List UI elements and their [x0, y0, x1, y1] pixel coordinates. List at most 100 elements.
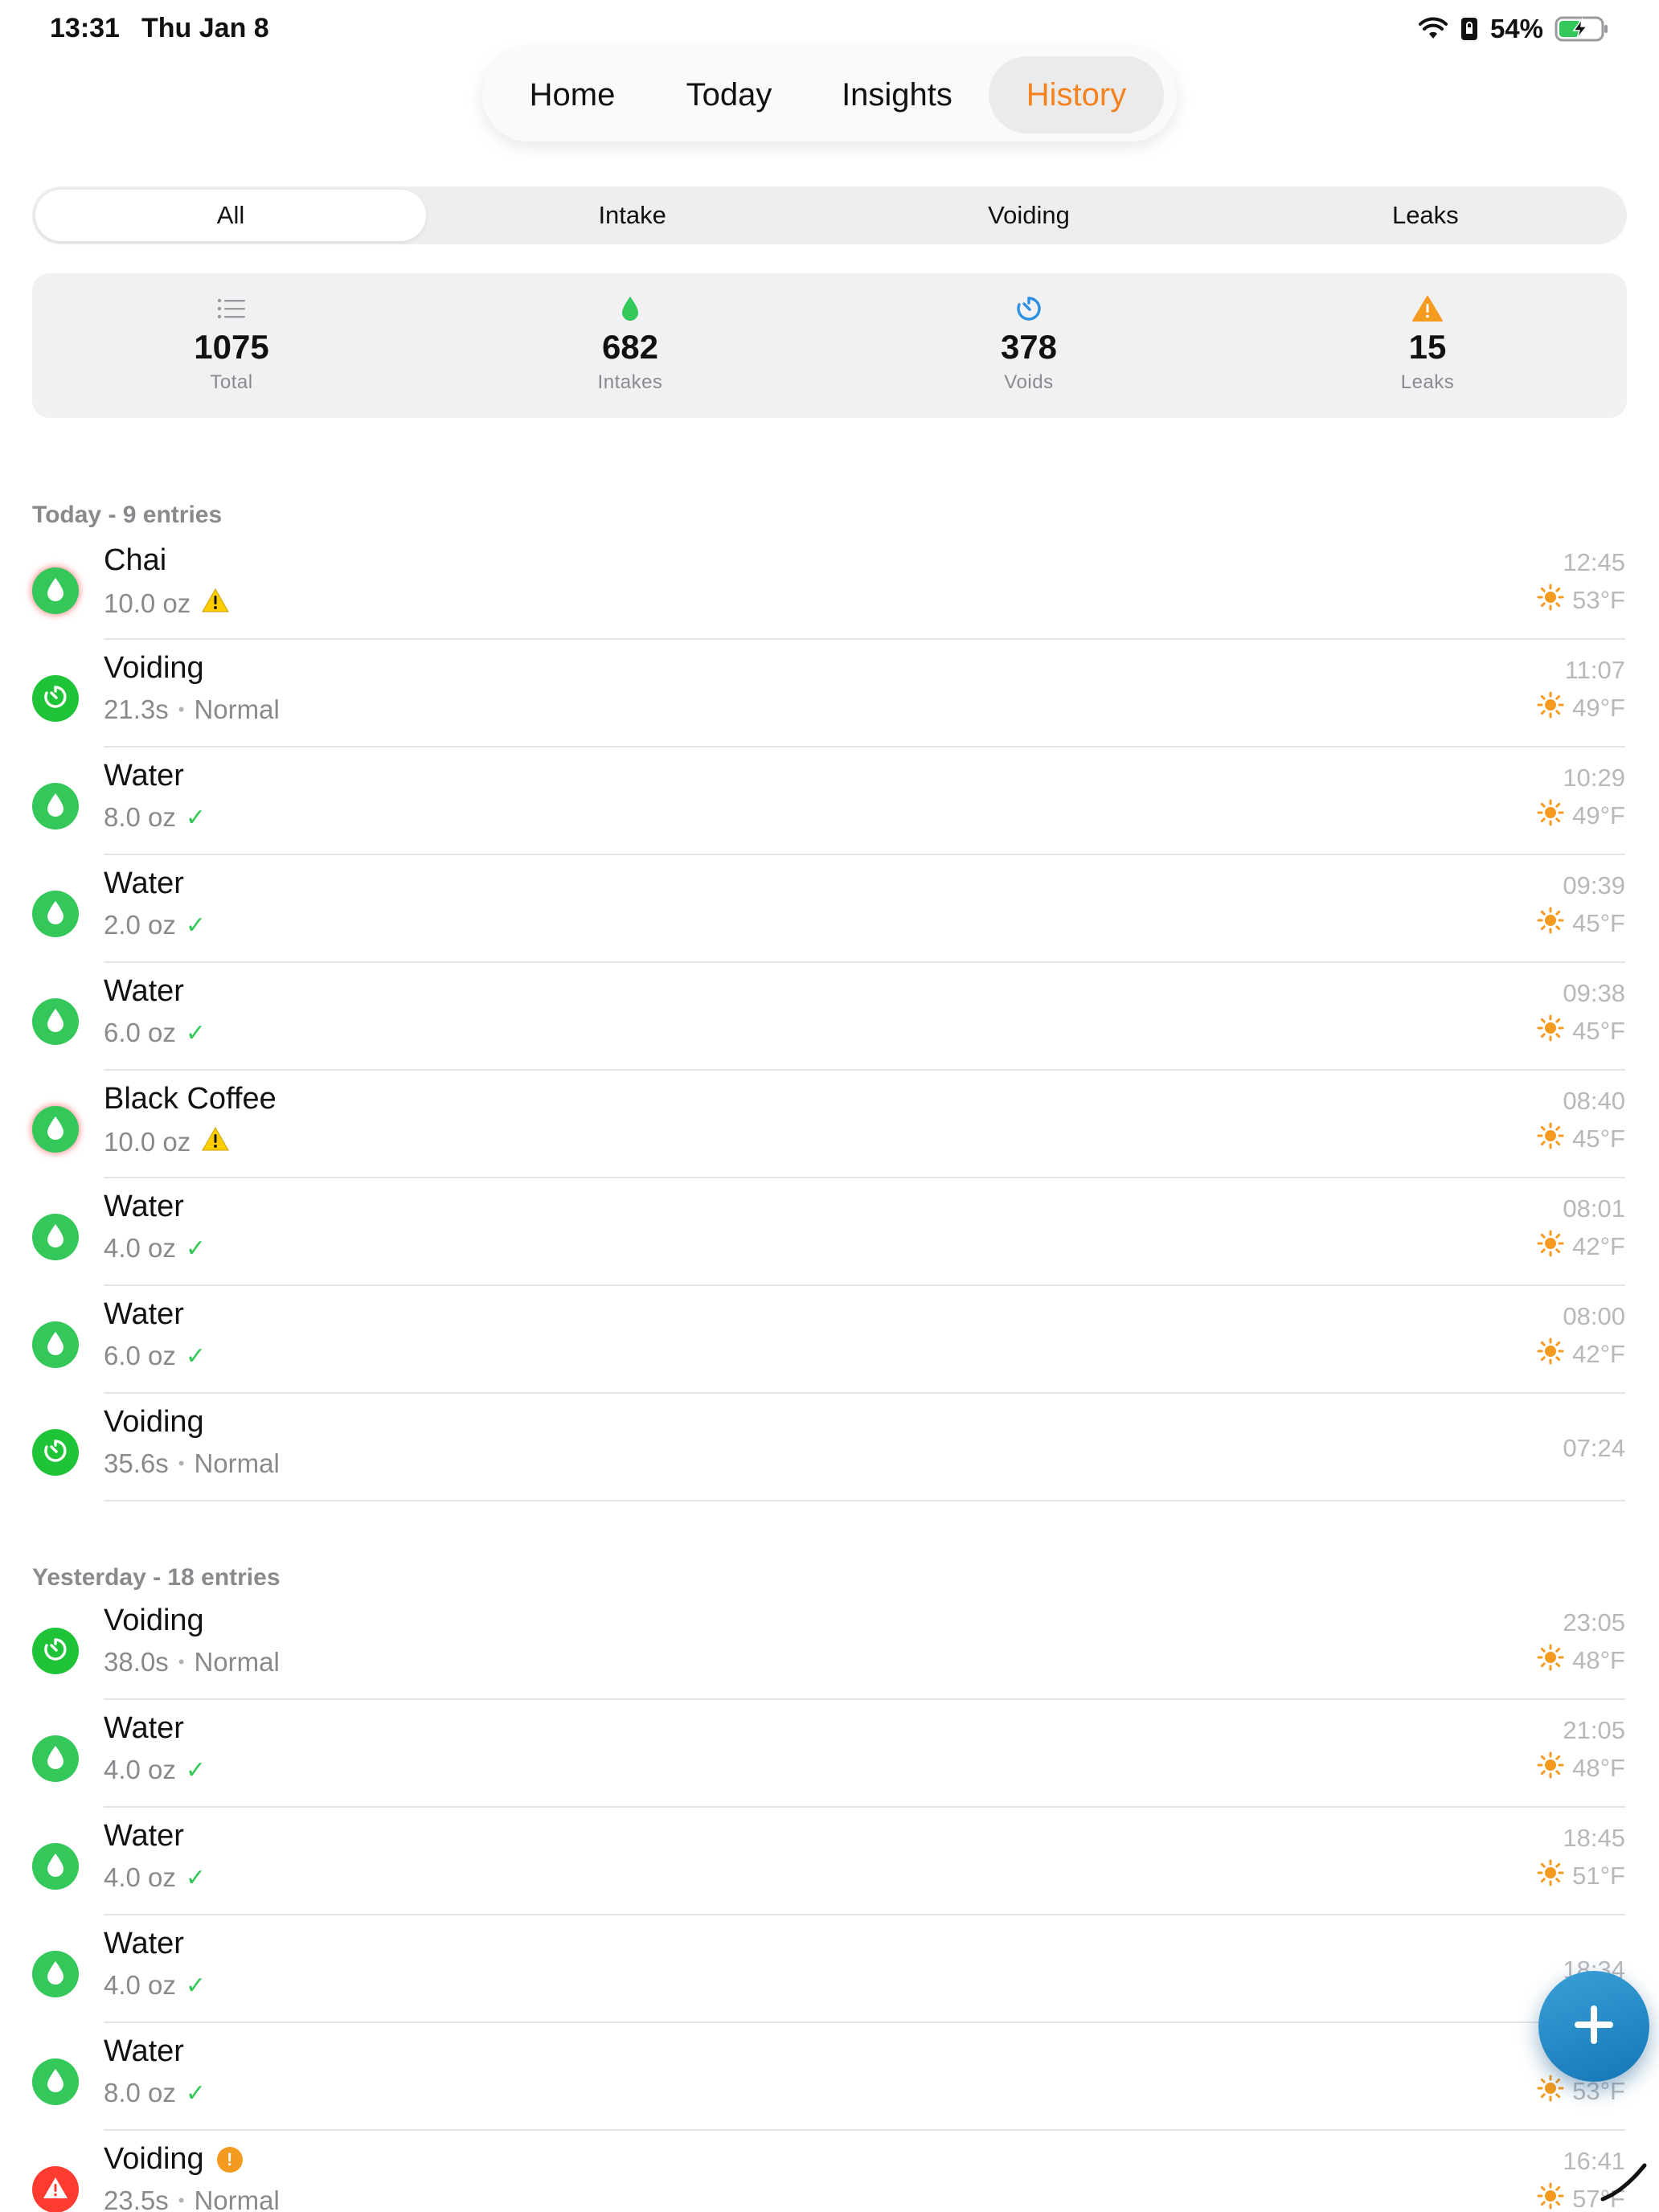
- caution-icon: [200, 1125, 231, 1159]
- sun-icon: [1537, 691, 1564, 725]
- history-entry-row[interactable]: Voiding 35.6s • Normal 07:24: [0, 1394, 1659, 1501]
- entry-subtitle: 10.0 oz: [104, 1125, 231, 1159]
- history-entry-row[interactable]: Water 6.0 oz ✓ 09:38 45°F: [0, 963, 1659, 1071]
- sun-icon: [1537, 2182, 1564, 2212]
- entry-title-line: Voiding: [104, 1604, 204, 1638]
- row-divider: [104, 1500, 1625, 1501]
- entry-amount: 4.0 oz: [104, 1233, 176, 1263]
- history-entry-row[interactable]: Chai 10.0 oz 12:45 53°F: [0, 532, 1659, 640]
- stat-total-label: Total: [210, 371, 253, 393]
- entry-title-line: Water: [104, 1190, 184, 1224]
- water-drop-icon: [44, 1959, 67, 1990]
- history-entry-row[interactable]: Water 2.0 oz ✓ 09:39 45°F: [0, 855, 1659, 963]
- entry-title: Water: [104, 1927, 184, 1960]
- tab-insights[interactable]: Insights: [805, 56, 989, 133]
- entry-title: Voiding: [104, 1405, 204, 1439]
- sun-icon: [1537, 1122, 1564, 1156]
- entry-temperature: 45°F: [1572, 1124, 1625, 1153]
- timer-icon: [42, 1636, 69, 1667]
- entry-amount: 4.0 oz: [104, 1862, 176, 1892]
- entry-subtitle: 4.0 oz ✓: [104, 1233, 206, 1264]
- checkmark-icon: ✓: [185, 1756, 207, 1784]
- list-icon: [216, 293, 247, 325]
- history-entry-row[interactable]: Voiding! 23.5s • Normal 16:41 57°F: [0, 2131, 1659, 2212]
- entry-time: 07:24: [1563, 1434, 1625, 1462]
- entry-title-line: Water: [104, 974, 184, 1009]
- history-entry-row[interactable]: Water 4.0 oz ✓ 18:45 51°F: [0, 1808, 1659, 1915]
- history-entry-row[interactable]: Water 4.0 oz ✓ 08:01 42°F: [0, 1178, 1659, 1286]
- entry-amount: 10.0 oz: [104, 1127, 191, 1157]
- entry-temperature: 49°F: [1572, 801, 1625, 830]
- entry-weather: 48°F: [1537, 1644, 1625, 1677]
- tab-today[interactable]: Today: [653, 56, 805, 133]
- entry-title: Black Coffee: [104, 1082, 276, 1116]
- entry-subtitle: 8.0 oz ✓: [104, 802, 206, 833]
- entry-time: 23:05: [1563, 1608, 1625, 1636]
- history-entry-row[interactable]: Water 4.0 oz ✓ 18:34: [0, 1915, 1659, 2023]
- entry-title: Water: [104, 974, 184, 1008]
- entry-title-line: Water: [104, 1927, 184, 1961]
- entry-subtitle: 4.0 oz ✓: [104, 1970, 206, 2001]
- entry-amount: 8.0 oz: [104, 2078, 176, 2108]
- entry-title: Water: [104, 759, 184, 793]
- battery-percent: 54%: [1489, 14, 1543, 43]
- entry-time: 08:01: [1563, 1194, 1625, 1223]
- history-entry-row[interactable]: Black Coffee 10.0 oz 08:40 45°F: [0, 1071, 1659, 1178]
- history-entry-row[interactable]: Voiding 38.0s • Normal 23:05 48°F: [0, 1592, 1659, 1700]
- entry-title-line: Black Coffee: [104, 1082, 276, 1116]
- entry-title-line: Voiding: [104, 1405, 204, 1440]
- filter-all[interactable]: All: [35, 190, 426, 241]
- entry-type-badge: [32, 1843, 79, 1890]
- water-drop-icon: [44, 2067, 67, 2098]
- entry-weather: 42°F: [1537, 1230, 1625, 1264]
- timer-icon: [42, 1437, 69, 1469]
- entry-status: Normal: [194, 1647, 280, 1677]
- entry-subtitle: 6.0 oz ✓: [104, 1341, 206, 1371]
- entry-weather: 45°F: [1537, 1122, 1625, 1156]
- history-entry-row[interactable]: Water8.0 oz✓17:4253°F: [0, 2023, 1659, 2131]
- stat-voids: 378 Voids: [830, 273, 1228, 418]
- entry-duration: 21.3s: [104, 694, 169, 724]
- entry-subtitle: 21.3s • Normal: [104, 694, 280, 725]
- entry-title-line: Voiding: [104, 651, 204, 686]
- tab-history[interactable]: History: [989, 56, 1164, 133]
- sun-icon: [1537, 907, 1564, 940]
- entry-status: Normal: [194, 694, 280, 724]
- entry-time: 18:45: [1563, 1824, 1625, 1852]
- sun-icon: [1537, 799, 1564, 833]
- entry-subtitle: 4.0 oz ✓: [104, 1755, 206, 1785]
- entry-title: Water: [104, 1711, 184, 1745]
- stat-intakes: 682 Intakes: [431, 273, 830, 418]
- add-entry-button[interactable]: [1538, 1971, 1649, 2082]
- sun-icon: [1537, 1644, 1564, 1677]
- entry-title: Voiding: [104, 2142, 204, 2176]
- entry-title: Voiding: [104, 1604, 204, 1637]
- entry-temperature: 45°F: [1572, 1017, 1625, 1045]
- entry-type-badge: [32, 1735, 79, 1782]
- entry-time: 12:45: [1563, 548, 1625, 576]
- entry-amount: 6.0 oz: [104, 1018, 176, 1047]
- history-entry-row[interactable]: Water 8.0 oz ✓ 10:29 49°F: [0, 748, 1659, 855]
- entry-title: Water: [104, 866, 184, 900]
- warning-icon: [41, 2175, 70, 2205]
- caution-icon: [200, 587, 231, 621]
- entry-type-badge: [32, 1214, 79, 1260]
- entry-weather: 49°F: [1537, 799, 1625, 833]
- checkmark-icon: ✓: [185, 1342, 207, 1370]
- separator-dot: •: [178, 2190, 185, 2210]
- entry-temperature: 42°F: [1572, 1232, 1625, 1260]
- entry-amount: 10.0 oz: [104, 588, 191, 618]
- filter-leaks[interactable]: Leaks: [1227, 190, 1624, 241]
- entry-subtitle: 23.5s • Normal: [104, 2185, 280, 2212]
- history-entry-row[interactable]: Voiding 21.3s • Normal 11:07 49°F: [0, 640, 1659, 748]
- history-entry-row[interactable]: Water 4.0 oz ✓ 21:05 48°F: [0, 1700, 1659, 1808]
- water-drop-icon: [44, 1743, 67, 1775]
- filter-intake[interactable]: Intake: [434, 190, 830, 241]
- stat-intakes-value: 682: [601, 328, 659, 366]
- entry-type-badge: [32, 998, 79, 1045]
- entry-subtitle: 6.0 oz ✓: [104, 1018, 206, 1048]
- filter-voiding[interactable]: Voiding: [830, 190, 1227, 241]
- status-indicators: 54%: [1418, 11, 1609, 47]
- tab-home[interactable]: Home: [492, 56, 653, 133]
- history-entry-row[interactable]: Water 6.0 oz ✓ 08:00 42°F: [0, 1286, 1659, 1394]
